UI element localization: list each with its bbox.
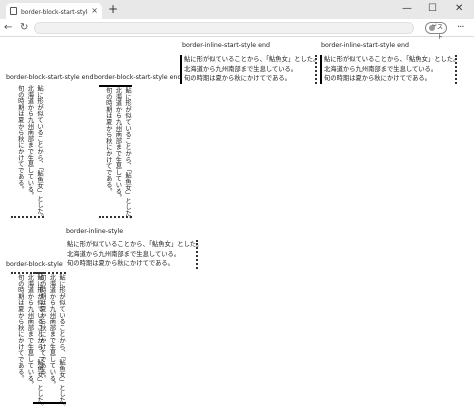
text-line: 鮎に形が似ていることから、「鮎魚女」とした。 [58, 274, 65, 410]
back-button[interactable]: ← [4, 21, 12, 35]
text-line: 旬の時期は夏から秋にかけてである。 [16, 274, 24, 382]
text-line: 北海道から九州南部まで生息している。 [114, 87, 122, 201]
text-line: 旬の時期は夏から秋にかけてである。 [16, 85, 24, 193]
text-line: 鮎に形が似ていることから、「鮎魚女」とした。 [324, 56, 460, 63]
text-line: 旬の時期は夏から秋にかけてである。 [324, 75, 431, 83]
text-line: 旬の時期は夏から秋にかけてである。 [184, 75, 291, 83]
page-icon [10, 7, 17, 15]
vertical-text-box: 鮎に形が似ていることから、「鮎魚女」とした。 北海道から九州南部まで生息している… [11, 85, 44, 221]
text-line: 北海道から九州南部まで生息している。 [324, 65, 438, 73]
minimize-button[interactable]: — [402, 3, 412, 15]
text-line: 北海道から九州南部まで生息している。 [184, 65, 298, 73]
new-tab-button[interactable]: + [108, 2, 118, 16]
tab-close-icon[interactable]: × [91, 7, 98, 15]
text-line: 鮎に形が似ていることから、「鮎魚女」とした。 [184, 56, 320, 63]
horizontal-text-box: 鮎に形が似ていることから、「鮎魚女」とした。 北海道から九州南部まで生息している… [66, 240, 203, 269]
close-window-button[interactable]: ✕ [455, 3, 463, 15]
text-line: 北海道から九州南部まで生息している。 [26, 85, 34, 199]
example-label: border-block-style [6, 261, 63, 268]
profile-button[interactable]: ゲスト [425, 22, 447, 41]
example-label: border-inline-start-style end [182, 42, 270, 49]
horizontal-text-box: 鮎に形が似ていることから、「鮎魚女」とした。 北海道から九州南部まで生息している… [320, 55, 460, 84]
example-label: border-block-start-style end [94, 74, 182, 81]
text-line: 北海道から九州南部まで生息している。 [48, 274, 56, 388]
reload-button[interactable]: ↻ [20, 21, 28, 35]
settings-menu-button[interactable]: ··· [457, 21, 464, 35]
text-line: 鮎に形が似ていることから、「鮎魚女」とした。 [67, 241, 203, 248]
text-line: 旬の時期は夏から秋にかけてである。 [67, 260, 174, 268]
text-line: 旬の時期は夏から秋にかけてである。 [104, 87, 112, 195]
browser-tab[interactable]: border-block-start-styleプロパテ × [6, 3, 102, 19]
example-label: border-inline-style [66, 228, 124, 235]
tab-title: border-block-start-styleプロパテ [21, 8, 88, 16]
text-line: 鮎に形が似ていることから、「鮎魚女」とした。 [36, 85, 43, 221]
text-line: 鮎に形が似ていることから、「鮎魚女」とした。 [124, 87, 131, 223]
browser-toolbar: ← ↻ ゲスト ··· [0, 19, 474, 41]
example-label: border-block-start-style end [6, 74, 94, 81]
address-bar[interactable] [34, 22, 414, 34]
text-line: 旬の時期は夏から秋にかけてである。 [38, 274, 46, 382]
maximize-button[interactable]: ☐ [428, 3, 437, 15]
example-label: border-inline-start-style end [321, 42, 409, 49]
vertical-text-box: 鮎に形が似ていることから、「鮎魚女」とした。 北海道から九州南部まで生息している… [33, 272, 66, 410]
text-line: 北海道から九州南部まで生息している。 [67, 250, 181, 258]
vertical-text-box: 鮎に形が似ていることから、「鮎魚女」とした。 北海道から九州南部まで生息している… [99, 85, 132, 223]
horizontal-text-box: 鮎に形が似ていることから、「鮎魚女」とした。 北海道から九州南部まで生息している… [180, 55, 320, 84]
tab-strip: border-block-start-styleプロパテ × + — ☐ ✕ [0, 0, 474, 19]
